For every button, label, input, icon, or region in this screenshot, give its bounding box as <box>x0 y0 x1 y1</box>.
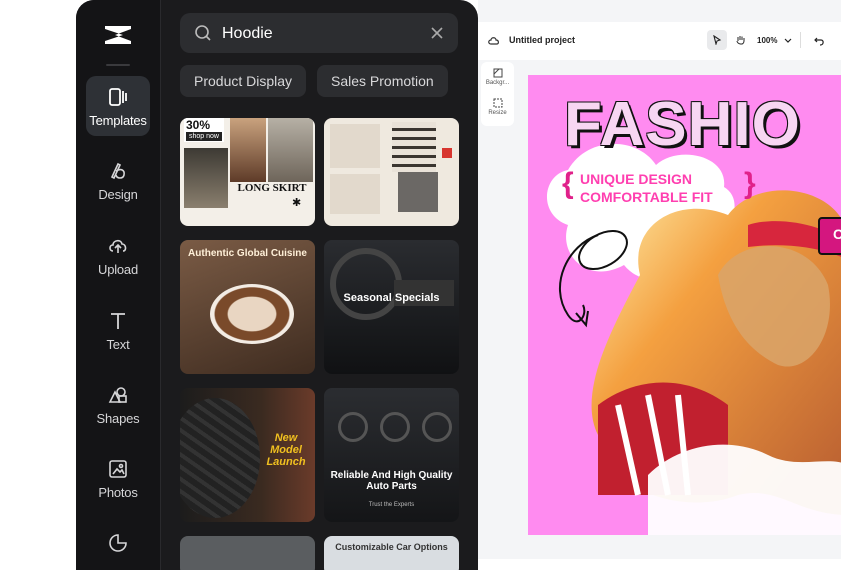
tagline-line-1: UNIQUE DESIGN <box>580 171 693 187</box>
capcut-logo-icon[interactable] <box>101 20 135 50</box>
editor-topbar: Untitled project 100% <box>478 22 841 60</box>
photos-icon <box>109 460 127 478</box>
tagline[interactable]: UNIQUE DESIGN COMFORTABLE FIT <box>580 170 713 206</box>
templates-icon <box>109 88 127 106</box>
project-title[interactable]: Untitled project <box>509 35 575 45</box>
template-title: Customizable Car Options <box>335 542 448 552</box>
template-title: LONG SKIRT <box>237 182 307 194</box>
rail-label: Templates <box>89 113 147 128</box>
chip-sales-promotion[interactable]: Sales Promotion <box>317 65 448 97</box>
hand-tool[interactable] <box>730 30 750 50</box>
template-subtitle: Trust the Experts <box>368 502 415 508</box>
search-box[interactable] <box>180 13 458 55</box>
text-icon <box>111 313 125 329</box>
chevron-down-icon[interactable] <box>784 38 792 44</box>
rail-item-stickers[interactable] <box>86 522 150 570</box>
template-thumb-auto-parts[interactable]: Reliable And High Quality Auto Parts Tru… <box>324 388 459 522</box>
discount-badge: 30% <box>186 118 211 132</box>
resize-tool[interactable]: Resize <box>481 98 514 116</box>
rail-label: Shapes <box>96 411 140 426</box>
clear-icon[interactable] <box>430 26 444 40</box>
hand-icon <box>736 36 745 45</box>
chip-product-display[interactable]: Product Display <box>180 65 307 97</box>
rail-label: Design <box>98 187 138 202</box>
pointer-icon <box>713 35 722 45</box>
cta-button[interactable]: C <box>818 217 841 255</box>
design-icon <box>110 162 125 180</box>
design-artboard[interactable]: FASHIO { UNIQUE DESIGN COMFORTABLE FIT }… <box>528 75 841 535</box>
resize-icon <box>493 98 502 108</box>
editor-area: Untitled project 100% Backgr... Resize F… <box>478 0 841 559</box>
sticker-icon <box>109 534 127 552</box>
upload-icon <box>109 239 127 253</box>
rail-label: Photos <box>98 485 138 500</box>
search-input[interactable] <box>220 13 424 55</box>
template-thumb-new-model[interactable]: New Model Launch <box>180 388 315 522</box>
template-thumb-tire[interactable] <box>180 536 315 570</box>
quick-tools: Backgr... Resize <box>481 62 514 126</box>
template-thumb-cuisine[interactable]: Authentic Global Cuisine <box>180 240 315 374</box>
template-thumb-long-skirt[interactable]: 30% shop now LONG SKIRT ✱ <box>180 118 315 226</box>
template-title: Reliable And High Quality Auto Parts <box>330 470 453 492</box>
templates-panel: Templates Design Upload Text Shapes Phot… <box>76 0 478 570</box>
templates-content: Product Display Sales Promotion 30% shop… <box>160 0 478 570</box>
rail-item-shapes[interactable]: Shapes <box>86 374 150 434</box>
rail-item-upload[interactable]: Upload <box>86 225 150 285</box>
search-icon <box>195 25 211 41</box>
rail-label: Upload <box>98 262 138 277</box>
cloud-icon <box>488 37 499 45</box>
side-rail: Templates Design Upload Text Shapes Phot… <box>76 0 161 570</box>
template-thumb-seasonal-specials[interactable]: Seasonal Specials <box>324 240 459 374</box>
shop-now-label: shop now <box>186 132 222 141</box>
template-title: Authentic Global Cuisine <box>188 248 307 259</box>
rail-item-templates[interactable]: Templates <box>86 76 150 136</box>
rail-item-text[interactable]: Text <box>86 300 150 360</box>
shapes-icon <box>108 387 127 403</box>
template-thumb-car-options[interactable]: Customizable Car Options <box>324 536 459 570</box>
undo-icon[interactable] <box>814 35 825 46</box>
tagline-line-2: COMFORTABLE FIT <box>580 189 713 205</box>
rail-label: Text <box>106 337 130 352</box>
template-title: New Model Launch <box>266 432 306 468</box>
brace-left: { <box>562 167 574 200</box>
template-thumb-fashion-list[interactable] <box>324 118 459 226</box>
headline-text[interactable]: FASHIO <box>564 89 801 160</box>
background-tool[interactable]: Backgr... <box>481 68 514 86</box>
select-tool[interactable] <box>707 30 727 50</box>
rail-divider <box>106 64 130 66</box>
template-title: Seasonal Specials <box>343 292 440 304</box>
zoom-level[interactable]: 100% <box>757 36 777 45</box>
background-icon <box>493 68 502 78</box>
rail-item-photos[interactable]: Photos <box>86 448 150 508</box>
brace-right: } <box>744 167 756 200</box>
rail-item-design[interactable]: Design <box>86 150 150 210</box>
